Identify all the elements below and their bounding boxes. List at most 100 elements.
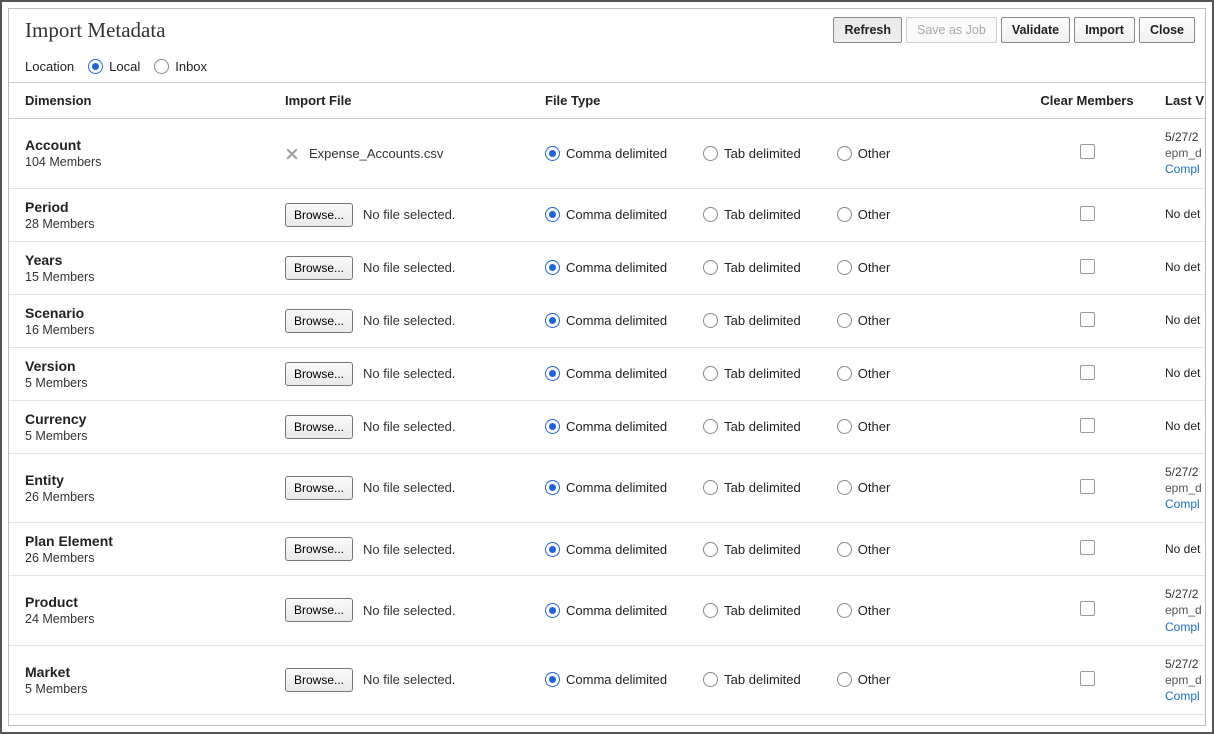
browse-button[interactable]: Browse... xyxy=(285,476,353,500)
file-type-radio-comma[interactable]: Comma delimited xyxy=(545,146,667,161)
clear-members-checkbox[interactable] xyxy=(1080,418,1095,433)
validate-button[interactable]: Validate xyxy=(1001,17,1070,43)
dialog-inner: Import Metadata Refresh Save as Job Vali… xyxy=(8,8,1206,726)
file-type-cell: Comma delimited Tab delimited Other xyxy=(529,119,1019,189)
browse-button[interactable]: Browse... xyxy=(285,309,353,333)
file-type-radio-comma[interactable]: Comma delimited xyxy=(545,313,667,328)
close-button[interactable]: Close xyxy=(1139,17,1195,43)
file-type-radio-comma[interactable]: Comma delimited xyxy=(545,366,667,381)
last-status-link[interactable]: Compl xyxy=(1165,496,1199,512)
file-type-cell: Comma delimited Tab delimited Other xyxy=(529,645,1019,715)
clear-members-cell xyxy=(1019,453,1149,523)
clear-members-checkbox[interactable] xyxy=(1080,540,1095,555)
radio-icon xyxy=(545,542,560,557)
browse-button[interactable]: Browse... xyxy=(285,256,353,280)
clear-members-checkbox[interactable] xyxy=(1080,365,1095,380)
radio-icon xyxy=(837,480,852,495)
dimension-members: 24 Members xyxy=(25,612,259,626)
radio-icon xyxy=(545,419,560,434)
radio-icon xyxy=(703,366,718,381)
radio-icon xyxy=(703,146,718,161)
file-type-label: Comma delimited xyxy=(566,480,667,495)
file-type-radio-comma[interactable]: Comma delimited xyxy=(545,260,667,275)
file-type-radio-comma[interactable]: Comma delimited xyxy=(545,480,667,495)
no-file-text: No file selected. xyxy=(363,207,456,222)
location-radio-local[interactable]: Local xyxy=(88,59,140,74)
file-type-label: Other xyxy=(858,366,891,381)
col-last-validate: Last V xyxy=(1149,83,1205,119)
import-file-cell: Browse...No file selected. xyxy=(269,294,529,347)
last-date: 5/27/2 xyxy=(1165,586,1199,602)
dialog-frame: Import Metadata Refresh Save as Job Vali… xyxy=(0,0,1214,734)
radio-icon xyxy=(545,603,560,618)
file-type-radio-other[interactable]: Other xyxy=(837,146,891,161)
file-type-radio-tab[interactable]: Tab delimited xyxy=(703,207,801,222)
radio-icon xyxy=(703,419,718,434)
import-file-cell: Expense_Accounts.csv xyxy=(269,119,529,189)
file-type-radio-tab[interactable]: Tab delimited xyxy=(703,672,801,687)
file-type-radio-tab[interactable]: Tab delimited xyxy=(703,480,801,495)
location-radio-inbox[interactable]: Inbox xyxy=(154,59,207,74)
file-type-cell: Comma delimited Tab delimited Other xyxy=(529,347,1019,400)
clear-members-checkbox[interactable] xyxy=(1080,601,1095,616)
radio-icon xyxy=(837,603,852,618)
radio-icon xyxy=(837,313,852,328)
file-type-radio-other[interactable]: Other xyxy=(837,419,891,434)
file-type-radio-other[interactable]: Other xyxy=(837,480,891,495)
clear-members-checkbox[interactable] xyxy=(1080,479,1095,494)
file-type-radio-tab[interactable]: Tab delimited xyxy=(703,542,801,557)
radio-icon xyxy=(703,672,718,687)
dimension-members: 26 Members xyxy=(25,551,259,565)
file-type-radio-tab[interactable]: Tab delimited xyxy=(703,313,801,328)
file-type-radio-comma[interactable]: Comma delimited xyxy=(545,207,667,222)
browse-button[interactable]: Browse... xyxy=(285,415,353,439)
file-type-radio-other[interactable]: Other xyxy=(837,672,891,687)
radio-icon xyxy=(837,419,852,434)
browse-button[interactable]: Browse... xyxy=(285,598,353,622)
clear-members-checkbox[interactable] xyxy=(1080,671,1095,686)
file-type-radio-tab[interactable]: Tab delimited xyxy=(703,366,801,381)
browse-button[interactable]: Browse... xyxy=(285,537,353,561)
clear-members-checkbox[interactable] xyxy=(1080,312,1095,327)
file-type-radio-tab[interactable]: Tab delimited xyxy=(703,260,801,275)
file-type-radio-tab[interactable]: Tab delimited xyxy=(703,419,801,434)
last-validate-cell: 5/27/2epm_dCompl xyxy=(1149,453,1205,523)
clear-members-checkbox[interactable] xyxy=(1080,259,1095,274)
file-type-radio-tab[interactable]: Tab delimited xyxy=(703,146,801,161)
col-file-type: File Type xyxy=(529,83,1019,119)
file-type-radio-other[interactable]: Other xyxy=(837,207,891,222)
file-type-radio-other[interactable]: Other xyxy=(837,260,891,275)
last-status-link[interactable]: Compl xyxy=(1165,161,1199,177)
clear-members-cell xyxy=(1019,294,1149,347)
last-status-link[interactable]: Compl xyxy=(1165,619,1199,635)
file-type-radio-comma[interactable]: Comma delimited xyxy=(545,419,667,434)
last-validate-cell: 5/27/2epm_dCompl xyxy=(1149,119,1205,189)
clear-members-checkbox[interactable] xyxy=(1080,144,1095,159)
radio-icon xyxy=(545,366,560,381)
import-button[interactable]: Import xyxy=(1074,17,1135,43)
browse-button[interactable]: Browse... xyxy=(285,203,353,227)
file-type-label: Other xyxy=(858,207,891,222)
last-validate-cell: No det xyxy=(1149,523,1205,576)
file-type-radio-comma[interactable]: Comma delimited xyxy=(545,542,667,557)
file-type-radio-other[interactable]: Other xyxy=(837,366,891,381)
file-type-radio-comma[interactable]: Comma delimited xyxy=(545,603,667,618)
file-type-radio-tab[interactable]: Tab delimited xyxy=(703,603,801,618)
last-status-link[interactable]: Compl xyxy=(1165,688,1199,704)
table-row: Product24 MembersBrowse...No file select… xyxy=(9,576,1205,646)
radio-icon xyxy=(837,366,852,381)
clear-members-checkbox[interactable] xyxy=(1080,206,1095,221)
refresh-button[interactable]: Refresh xyxy=(833,17,902,43)
dimension-name: Period xyxy=(25,199,259,215)
file-type-radio-comma[interactable]: Comma delimited xyxy=(545,672,667,687)
radio-icon xyxy=(154,59,169,74)
table-row: Period28 MembersBrowse...No file selecte… xyxy=(9,188,1205,241)
browse-button[interactable]: Browse... xyxy=(285,668,353,692)
file-type-radio-other[interactable]: Other xyxy=(837,603,891,618)
browse-button[interactable]: Browse... xyxy=(285,362,353,386)
clear-file-icon[interactable] xyxy=(285,146,299,160)
file-type-radio-other[interactable]: Other xyxy=(837,313,891,328)
file-type-radio-other[interactable]: Other xyxy=(837,542,891,557)
last-date: 5/27/2 xyxy=(1165,464,1199,480)
table-row: Market5 MembersBrowse...No file selected… xyxy=(9,645,1205,715)
